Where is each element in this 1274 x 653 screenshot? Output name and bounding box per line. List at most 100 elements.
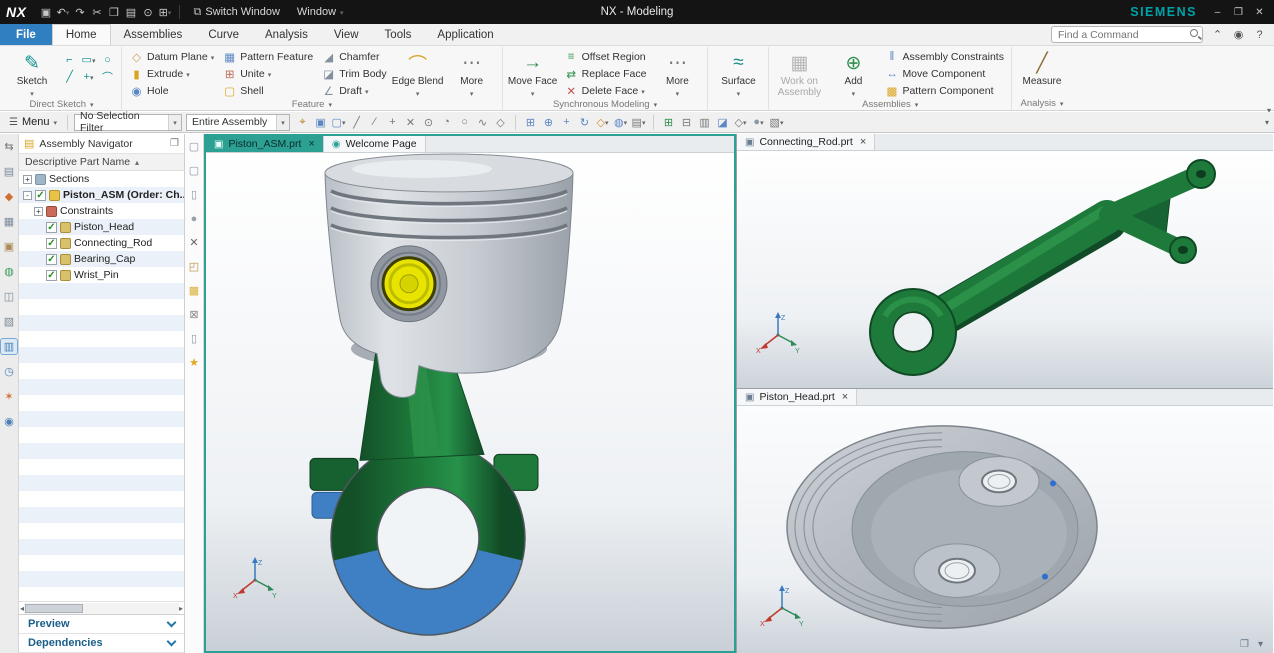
- measure-button[interactable]: Measure: [1016, 48, 1068, 87]
- connecting-rod-canvas[interactable]: Z X Y: [737, 151, 1273, 388]
- wireframe-style-icon[interactable]: ◇: [732, 114, 749, 131]
- background-icon[interactable]: ▧: [768, 114, 785, 131]
- component-checkbox[interactable]: [46, 269, 57, 281]
- navigator-column-header[interactable]: Descriptive Part Name: [19, 154, 184, 171]
- work-on-assembly-button[interactable]: Work on Assembly: [773, 48, 825, 98]
- offset-region-button[interactable]: Offset Region: [561, 48, 650, 65]
- viewport-connecting-rod[interactable]: Connecting_Rod.prt: [737, 134, 1273, 389]
- roles-icon[interactable]: ▥: [0, 338, 18, 355]
- tree-item-sections[interactable]: + Sections: [19, 171, 184, 187]
- close-tab-icon[interactable]: [840, 391, 848, 403]
- expand-icon[interactable]: +: [34, 206, 43, 216]
- tab-home[interactable]: Home: [51, 24, 111, 45]
- pan-view-icon[interactable]: +: [558, 114, 575, 131]
- sketch-button[interactable]: Sketch: [6, 48, 58, 99]
- extrude-button[interactable]: Extrude: [126, 65, 217, 82]
- resource-bar-options-icon[interactable]: ⇆: [1, 139, 17, 154]
- shell-button[interactable]: Shell: [219, 82, 316, 99]
- manufacturing-wizards-icon[interactable]: ✶: [1, 389, 17, 404]
- point-icon[interactable]: +: [80, 69, 97, 84]
- paste-icon[interactable]: ▤: [122, 3, 139, 21]
- end-point-icon[interactable]: ╱: [348, 114, 365, 131]
- minimize-window-icon[interactable]: –: [1209, 3, 1226, 21]
- help-icon[interactable]: ?: [1251, 26, 1268, 44]
- add-component-button[interactable]: Add: [827, 48, 879, 99]
- cylinder-icon[interactable]: ▯: [186, 331, 202, 346]
- undo-icon[interactable]: ↶: [54, 3, 71, 21]
- open-folder-icon[interactable]: ◰: [186, 259, 202, 274]
- selection-bar-overflow-icon[interactable]: [1265, 116, 1269, 128]
- dependencies-section-toggle[interactable]: Dependencies: [19, 634, 184, 653]
- tree-item-piston-head[interactable]: Piston_Head: [19, 219, 184, 235]
- collapse-icon[interactable]: -: [23, 190, 32, 200]
- existing-point-icon[interactable]: ○: [456, 114, 473, 131]
- hd3d-tools-icon[interactable]: ◍: [1, 264, 17, 279]
- window-list-icon[interactable]: ▾: [1258, 639, 1263, 650]
- history-icon[interactable]: ◷: [1, 364, 17, 379]
- scrollbar-thumb[interactable]: [25, 603, 84, 613]
- undock-panel-icon[interactable]: ❐: [170, 138, 179, 149]
- minimize-ribbon-icon[interactable]: ⌃: [1209, 26, 1226, 44]
- tab-curve[interactable]: Curve: [195, 24, 252, 45]
- sphere-icon[interactable]: ●: [186, 211, 202, 226]
- unite-button[interactable]: Unite: [219, 65, 316, 82]
- tab-view[interactable]: View: [321, 24, 372, 45]
- part-navigator-icon[interactable]: ▦: [1, 214, 17, 229]
- tree-item-bearing-cap[interactable]: Bearing_Cap: [19, 251, 184, 267]
- component-checkbox[interactable]: [46, 237, 57, 249]
- command-search[interactable]: [1051, 26, 1203, 43]
- selection-filter-combo[interactable]: No Selection Filter: [74, 110, 183, 134]
- datum-cylinder-icon[interactable]: ▯: [186, 187, 202, 202]
- system-scene-icon[interactable]: ◉: [1, 414, 17, 429]
- viewport-piston-asm[interactable]: Piston_ASM.prtWelcome Page: [204, 134, 736, 653]
- component-checkbox[interactable]: [35, 189, 46, 201]
- viewport-piston-head[interactable]: Piston_Head.prt: [737, 389, 1273, 653]
- expand-icon[interactable]: +: [23, 174, 32, 184]
- close-window-icon[interactable]: ✕: [1251, 3, 1268, 21]
- internet-browser-icon[interactable]: ◫: [1, 289, 17, 304]
- rotate-view-icon[interactable]: ↻: [576, 114, 593, 131]
- circle-icon[interactable]: ○: [99, 52, 116, 67]
- visual-reports-icon[interactable]: ▧: [1, 314, 17, 329]
- clip-section-icon[interactable]: ◪: [714, 114, 731, 131]
- close-tab-icon[interactable]: [306, 138, 314, 150]
- tree-item-wrist-pin[interactable]: Wrist_Pin: [19, 267, 184, 283]
- menu-button[interactable]: Menu: [5, 114, 61, 131]
- group-label-direct-sketch[interactable]: Direct Sketch: [6, 99, 117, 110]
- shaded-style-icon[interactable]: ●: [750, 114, 767, 131]
- move-component-button[interactable]: Move Component: [881, 65, 1007, 82]
- filter-region-icon[interactable]: ▢: [330, 114, 347, 131]
- blank-page-icon[interactable]: ▢: [186, 139, 202, 154]
- blank-page-icon-2[interactable]: ▢: [186, 163, 202, 178]
- line-icon[interactable]: ╱: [61, 69, 78, 84]
- viewport-tab-welcome-page[interactable]: Welcome Page: [323, 136, 426, 152]
- restore-windows-icon[interactable]: ❐: [1240, 639, 1249, 650]
- hole-button[interactable]: Hole: [126, 82, 217, 99]
- constraint-navigator-icon[interactable]: ◆: [1, 189, 17, 204]
- pattern-feature-button[interactable]: Pattern Feature: [219, 48, 316, 65]
- restore-window-icon[interactable]: ❐: [1230, 3, 1247, 21]
- cut-icon[interactable]: ✂: [88, 3, 105, 21]
- immediate-hide-icon[interactable]: ⊟: [678, 114, 695, 131]
- edge-blend-button[interactable]: Edge Blend: [392, 48, 444, 99]
- show-hide-icon[interactable]: ⊞: [660, 114, 677, 131]
- user-profile-icon[interactable]: ◉: [1230, 26, 1247, 44]
- arc-center-icon[interactable]: ⊙: [420, 114, 437, 131]
- component-checkbox[interactable]: [46, 221, 57, 233]
- point-on-curve-icon[interactable]: ∿: [474, 114, 491, 131]
- component-checkbox[interactable]: [46, 253, 57, 265]
- tab-application[interactable]: Application: [424, 24, 506, 45]
- group-label-analysis[interactable]: Analysis: [1016, 97, 1068, 110]
- scroll-right-icon[interactable]: ▸: [179, 604, 183, 613]
- assembly-navigator-icon[interactable]: ▤: [1, 164, 17, 179]
- window-layout-icon[interactable]: ⊞: [156, 3, 173, 21]
- tree-item-connecting-rod[interactable]: Connecting_Rod: [19, 235, 184, 251]
- navigator-horizontal-scrollbar[interactable]: ◂ ▸: [19, 601, 184, 614]
- delete-box-icon[interactable]: ⊠: [186, 307, 202, 322]
- yellow-block-icon[interactable]: ▩: [186, 283, 202, 298]
- capture-icon[interactable]: ⊙: [139, 3, 156, 21]
- replace-face-button[interactable]: Replace Face: [561, 65, 650, 82]
- save-icon[interactable]: ▣: [37, 3, 54, 21]
- fit-window-icon[interactable]: ⊞: [522, 114, 539, 131]
- viewport-tab-piston-asm-prt[interactable]: Piston_ASM.prt: [206, 136, 324, 152]
